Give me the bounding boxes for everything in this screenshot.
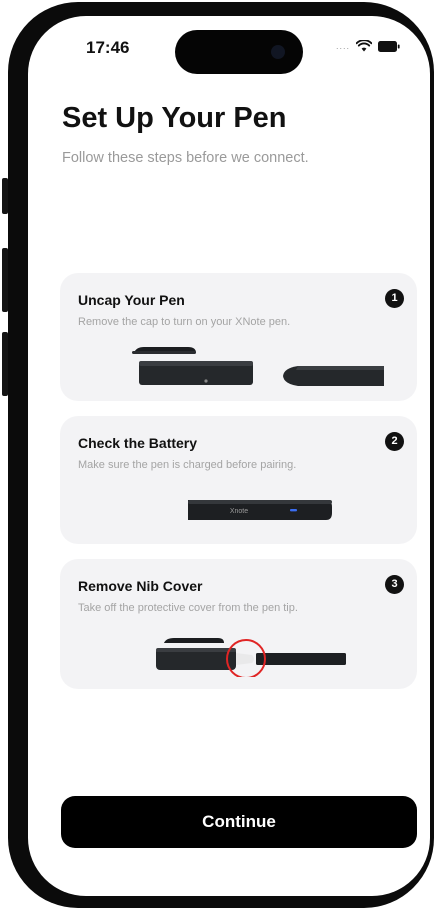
action-button [2,178,8,214]
pen-battery-illustration: Xnote [188,500,332,520]
step-2-description: Make sure the pen is charged before pair… [78,459,297,471]
step-card-3: Remove Nib Cover Take off the protective… [60,559,417,689]
page-title: Set Up Your Pen [62,102,287,134]
camera-icon [271,45,285,59]
step-3-description: Take off the protective cover from the p… [78,602,298,614]
volume-up-button [2,248,8,312]
dynamic-island [175,30,303,74]
status-indicators: .... [336,40,400,52]
step-2-number-badge: 2 [385,432,404,451]
step-card-1: Uncap Your Pen Remove the cap to turn on… [60,273,417,401]
nib-cover-illustration [156,638,346,677]
volume-down-button [2,332,8,396]
step-1-title: Uncap Your Pen [78,292,185,308]
step-1-description: Remove the cap to turn on your XNote pen… [78,316,291,328]
pen-brand-label: Xnote [230,508,248,515]
step-3-number-badge: 3 [385,575,404,594]
step-3-title: Remove Nib Cover [78,578,203,594]
wifi-icon [356,40,372,52]
battery-icon [378,40,400,52]
status-time: 17:46 [86,38,130,57]
uncapped-pen-illustration [132,347,384,386]
step-2-title: Check the Battery [78,435,198,451]
signal-dots: .... [335,41,350,51]
step-card-2: Check the Battery Make sure the pen is c… [60,416,417,544]
screen: 17:46 .... Set Up Your Pen Follow these … [28,16,430,896]
page-subtitle: Follow these steps before we connect. [62,150,309,166]
step-1-number-badge: 1 [385,289,404,308]
continue-button[interactable]: Continue [61,796,417,848]
phone-frame: 17:46 .... Set Up Your Pen Follow these … [2,2,434,908]
